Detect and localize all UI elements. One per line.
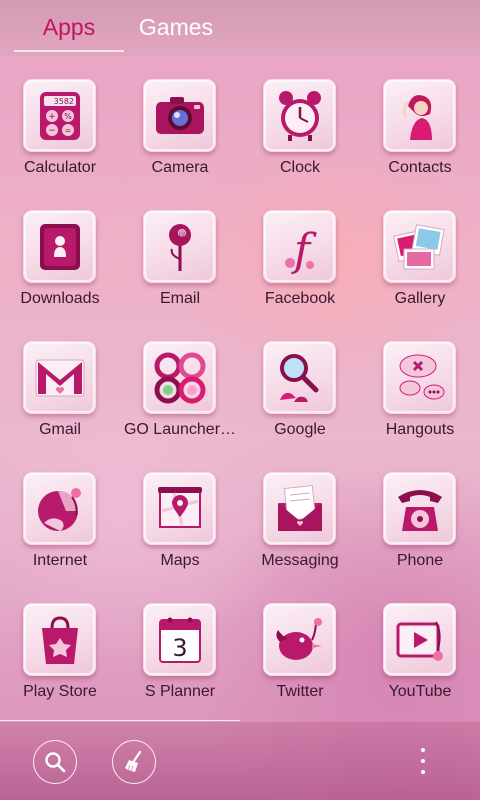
app-camera[interactable]: Camera	[120, 70, 240, 201]
app-label: Gallery	[394, 290, 446, 307]
app-label: Hangouts	[385, 421, 455, 438]
maps-pin-icon	[143, 472, 216, 545]
app-label: GO Launcher…	[123, 421, 237, 438]
app-label: Camera	[151, 159, 209, 176]
search-button[interactable]	[33, 740, 77, 784]
rotary-phone-icon	[383, 472, 456, 545]
app-label: Messaging	[261, 552, 339, 569]
alarm-clock-icon	[263, 79, 336, 152]
app-label: Downloads	[20, 290, 100, 307]
bottom-dock	[0, 722, 480, 800]
svg-text:−: −	[48, 126, 56, 136]
app-label: YouTube	[388, 683, 452, 700]
app-twitter[interactable]: Twitter	[240, 594, 360, 725]
app-label: Play Store	[23, 683, 97, 700]
app-contacts[interactable]: Contacts	[360, 70, 480, 201]
app-go-launcher[interactable]: GO Launcher…	[120, 332, 240, 463]
google-magnifier-icon	[263, 341, 336, 414]
app-youtube[interactable]: YouTube	[360, 594, 480, 725]
app-label: Contacts	[388, 159, 452, 176]
app-clock[interactable]: Clock	[240, 70, 360, 201]
tab-games[interactable]: Games	[126, 0, 226, 54]
messaging-letter-icon	[263, 472, 336, 545]
app-facebook[interactable]: f Facebook	[240, 201, 360, 332]
selected-tab-indicator	[14, 50, 124, 52]
dock-divider	[0, 720, 240, 721]
svg-text:+: +	[48, 112, 56, 122]
app-drawer: Apps Games 3582 + % − = Calculator Camer…	[0, 0, 480, 800]
calculator-icon: 3582 + % − =	[23, 79, 96, 152]
app-label: Clock	[279, 159, 320, 176]
svg-text:%: %	[64, 112, 72, 121]
app-gmail[interactable]: Gmail	[0, 332, 120, 463]
app-label: S Planner	[144, 683, 216, 700]
app-label: Maps	[160, 552, 200, 569]
camera-icon	[143, 79, 216, 152]
facebook-icon: f	[263, 210, 336, 283]
email-rose-icon: @	[143, 210, 216, 283]
calendar-icon: 3	[143, 603, 216, 676]
app-label: Google	[274, 421, 326, 438]
app-label: Facebook	[264, 290, 336, 307]
hangouts-bubbles-icon	[383, 341, 456, 414]
gallery-photos-icon	[383, 210, 456, 283]
app-email[interactable]: @ Email	[120, 201, 240, 332]
more-vertical-icon[interactable]	[416, 748, 430, 776]
downloads-icon	[23, 210, 96, 283]
svg-text:3: 3	[172, 634, 187, 662]
youtube-play-icon	[383, 603, 456, 676]
app-hangouts[interactable]: Hangouts	[360, 332, 480, 463]
app-label: Twitter	[276, 683, 324, 700]
play-store-bag-icon	[23, 603, 96, 676]
app-messaging[interactable]: Messaging	[240, 463, 360, 594]
contacts-girl-icon	[383, 79, 456, 152]
go-launcher-icon	[143, 341, 216, 414]
app-label: Gmail	[39, 421, 81, 438]
app-label: Calculator	[23, 159, 97, 176]
svg-text:3582: 3582	[53, 97, 73, 106]
search-icon	[45, 752, 66, 773]
app-gallery[interactable]: Gallery	[360, 201, 480, 332]
clean-button[interactable]	[112, 740, 156, 784]
internet-globe-icon	[23, 472, 96, 545]
app-s-planner[interactable]: 3 S Planner	[120, 594, 240, 725]
gmail-envelope-icon	[23, 341, 96, 414]
app-google[interactable]: Google	[240, 332, 360, 463]
app-downloads[interactable]: Downloads	[0, 201, 120, 332]
svg-text:@: @	[178, 230, 185, 238]
svg-text:=: =	[64, 126, 71, 135]
app-play-store[interactable]: Play Store	[0, 594, 120, 725]
app-label: Phone	[396, 552, 444, 569]
tab-bar: Apps Games	[0, 0, 480, 56]
app-maps[interactable]: Maps	[120, 463, 240, 594]
app-label: Internet	[32, 552, 88, 569]
app-label: Email	[159, 290, 200, 307]
app-internet[interactable]: Internet	[0, 463, 120, 594]
tab-apps[interactable]: Apps	[14, 0, 124, 54]
app-calculator[interactable]: 3582 + % − = Calculator	[0, 70, 120, 201]
app-phone[interactable]: Phone	[360, 463, 480, 594]
twitter-bird-icon	[263, 603, 336, 676]
broom-icon	[125, 750, 142, 772]
